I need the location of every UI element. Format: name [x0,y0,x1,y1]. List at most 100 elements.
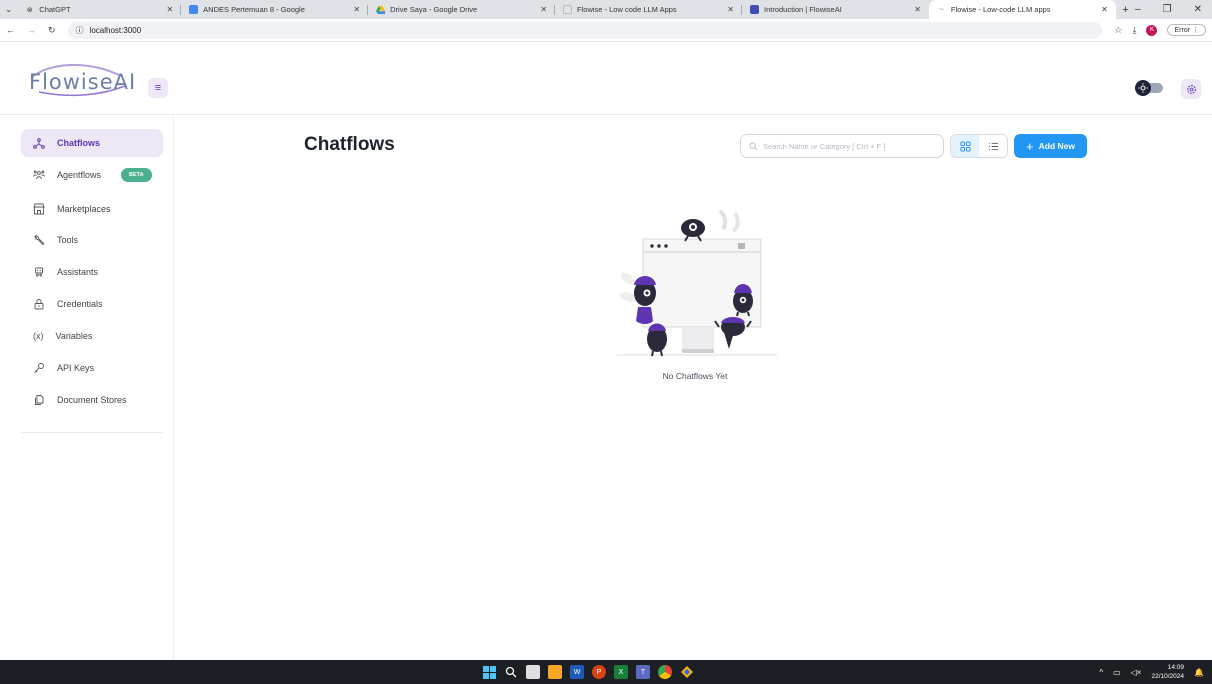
browser-toolbar: ← → ↻ ⓘ localhost:3000 ☆ ⤓ K Error ⋮ [0,19,1212,42]
tab-close-icon[interactable]: ✕ [1101,5,1108,14]
error-button[interactable]: Error ⋮ [1167,24,1206,36]
users-group-icon [33,169,45,181]
url-text: localhost:3000 [89,25,142,35]
excel-icon[interactable]: X [614,665,628,679]
hierarchy-icon [33,137,45,149]
building-store-icon [33,203,45,215]
menu-icon: ≡ [154,82,162,94]
sidebar-item-api-keys[interactable]: API Keys [21,354,163,382]
minimize-icon[interactable]: – [1135,4,1141,15]
logo-text: FlowiseAI [29,70,137,94]
app-header: FlowiseAI ≡ [0,42,1212,115]
chrome-icon[interactable] [658,665,672,679]
google-drive-icon [376,5,386,14]
tool-icon [33,234,45,246]
browser-tab-flowise-1[interactable]: Flowise - Low code LLM Apps ✕ [555,0,742,19]
files-icon [33,394,45,406]
flowise-docs-icon [749,5,759,14]
notification-bell-icon[interactable]: 🔔 [1194,668,1204,677]
flowise-logo[interactable]: FlowiseAI [29,58,135,100]
tab-title: ChatGPT [39,5,71,14]
key-icon [33,362,45,374]
tab-close-icon[interactable]: ✕ [353,5,360,14]
settings-button[interactable] [1181,79,1201,99]
vscode-icon[interactable] [680,665,694,679]
flowise-icon: ~ [939,5,944,14]
beta-badge: BETA [121,168,152,182]
google-docs-icon [189,5,199,14]
sidebar-item-marketplaces[interactable]: Marketplaces [21,195,163,223]
gear-icon [1186,84,1196,94]
browser-tab-drive[interactable]: Drive Saya - Google Drive ✕ [368,0,555,19]
search-icon [749,141,758,150]
tab-close-icon[interactable]: ✕ [914,5,921,14]
browser-tab-strip: ⌄ ⊛ ChatGPT ✕ ANDES Pertemuan 8 - Google… [0,0,1212,19]
restore-icon[interactable]: ❐ [1163,4,1172,15]
sidebar-item-label: Credentials [57,299,103,309]
tray-chevron-up-icon[interactable]: ^ [1099,668,1103,677]
tab-close-icon[interactable]: ✕ [166,5,173,14]
sidebar-item-credentials[interactable]: Credentials [21,290,163,318]
new-tab-button[interactable]: + [1116,0,1135,19]
flowise-icon [563,5,573,14]
sidebar-item-label: Chatflows [57,138,101,148]
back-icon[interactable]: ← [6,25,15,35]
tab-search-chevron-icon[interactable]: ⌄ [0,0,17,19]
sidebar-item-tools[interactable]: Tools [21,226,163,254]
file-explorer-icon[interactable] [548,665,562,679]
forward-icon[interactable]: → [27,25,36,35]
browser-tab-andes[interactable]: ANDES Pertemuan 8 - Google ✕ [181,0,369,19]
search-input[interactable]: Search Name or Category [ Ctrl + F ] [740,134,944,158]
address-bar[interactable]: ⓘ localhost:3000 [67,21,1103,39]
close-window-icon[interactable]: ✕ [1194,4,1202,15]
add-new-label: Add New [1038,141,1075,151]
dark-mode-toggle[interactable] [1135,80,1165,96]
bookmark-star-icon[interactable]: ☆ [1114,25,1122,36]
add-new-button[interactable]: + Add New [1014,134,1087,158]
chatgpt-icon: ⊛ [26,6,33,14]
sidebar-item-label: Tools [57,235,79,245]
plus-icon: + [1026,138,1034,154]
volume-icon[interactable]: ◁× [1131,668,1142,677]
tab-title: Flowise - Low-code LLM apps [950,5,1051,14]
profile-avatar[interactable]: K [1146,24,1158,36]
sidebar-item-label: Variables [55,331,93,341]
sidebar-item-variables[interactable]: (x) Variables [21,322,163,350]
taskbar-search-icon[interactable] [504,665,518,679]
view-toggle-group [950,134,1008,158]
reload-icon[interactable]: ↻ [48,25,56,36]
sidebar-item-assistants[interactable]: Assistants [21,258,163,286]
clock-time: 14:09 [1167,664,1185,671]
card-view-button[interactable] [951,135,979,157]
system-clock[interactable]: 14:09 22/10/2024 [1151,663,1184,681]
sidebar-item-agentflows[interactable]: Agentflows BETA [21,161,163,189]
taskbar-pinned-apps: W P X T [482,665,694,679]
variable-icon: (x) [33,331,44,341]
download-icon[interactable]: ⤓ [1133,25,1137,36]
tab-title: Flowise - Low code LLM Apps [577,5,677,14]
menu-toggle-button[interactable]: ≡ [148,78,168,98]
sidebar-item-chatflows[interactable]: Chatflows [21,129,163,157]
site-info-icon[interactable]: ⓘ [76,25,84,36]
empty-state-text: No Chatflows Yet [662,371,728,381]
powerpoint-icon[interactable]: P [592,665,606,679]
browser-tab-flowise-active[interactable]: ~ Flowise - Low-code LLM apps ✕ [928,0,1116,19]
browser-tab-chatgpt[interactable]: ⊛ ChatGPT ✕ [17,0,182,19]
word-icon[interactable]: W [570,665,584,679]
sidebar-item-label: Document Stores [57,395,127,405]
sun-icon [1135,80,1151,96]
browser-tab-flowise-docs[interactable]: Introduction | FlowiseAI ✕ [742,0,929,19]
windows-start-icon[interactable] [482,665,496,679]
teams-icon[interactable]: T [636,665,650,679]
monster-top-icon [681,219,705,242]
sidebar-item-document-stores[interactable]: Document Stores [21,386,163,414]
list-view-button[interactable] [979,135,1007,157]
list-icon [988,142,998,150]
clock-date: 22/10/2024 [1151,673,1185,680]
sidebar-item-label: API Keys [57,363,95,373]
os-taskbar: W P X T ^ ▭ ◁× 14:09 22/10/2024 🔔 [0,660,1212,684]
tab-close-icon[interactable]: ✕ [727,5,734,14]
task-view-icon[interactable] [526,665,540,679]
monitor-icon[interactable]: ▭ [1113,668,1121,677]
tab-close-icon[interactable]: ✕ [540,5,547,14]
